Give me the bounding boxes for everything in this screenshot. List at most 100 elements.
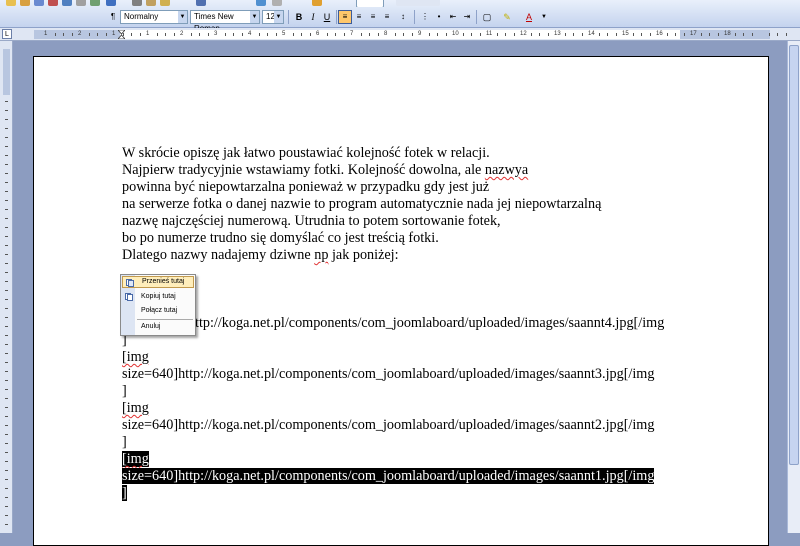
numbering-button[interactable]: ⋮ [418,10,432,24]
spelling-error[interactable]: nazwya [485,162,528,178]
ruler-tick [301,33,302,36]
line-spacing-button[interactable]: ↕ [396,10,410,24]
ruler-tick [411,33,413,36]
print-preview-icon[interactable] [90,0,100,6]
menu-item-copy-here[interactable]: Kopiuj tutaj [122,291,194,303]
undo-icon[interactable] [196,0,206,6]
ruler-tick [335,33,336,36]
ruler-scale[interactable]: 1 2 1 1 2 3 4 5 6 7 8 9 10 11 12 13 14 15 16 17 18 [34,30,787,39]
menu-item-move-here[interactable]: Przenieś tutaj [122,276,194,288]
selected-line[interactable]: [img [122,451,682,468]
save-icon[interactable] [34,0,44,6]
tab-selector[interactable]: L [2,29,12,39]
toolbar-options-icon[interactable]: ▼ [540,10,548,24]
align-center-button[interactable]: ≡ [352,10,366,24]
ruler-tick [479,33,481,36]
selected-text[interactable]: size=640]http://koga.net.pl/components/c… [122,468,655,484]
read-mode-button[interactable] [396,0,440,6]
align-left-button[interactable]: ≡ [338,10,352,24]
new-document-icon[interactable] [6,0,16,6]
borders-button[interactable]: ▢ [480,10,494,24]
print-icon[interactable] [76,0,86,6]
text-line: ] [122,332,127,348]
scrollbar-thumb[interactable] [789,45,799,465]
ruler-number: 3 [214,31,218,37]
ruler-tick [5,479,8,480]
ruler-number: 18 [724,31,731,37]
menu-item-cancel[interactable]: Anuluj [122,321,194,333]
selected-text[interactable]: ] [122,485,127,501]
menu-item-link-here[interactable]: Połącz tutaj [122,305,194,317]
chevron-down-icon[interactable]: ▼ [178,11,187,23]
chevron-down-icon[interactable]: ▼ [250,11,259,23]
underline-button[interactable]: U [320,10,334,24]
ruler-tick [190,33,192,36]
empty-line [122,264,682,281]
hyperlink-icon[interactable] [256,0,266,6]
horizontal-ruler: L 1 2 1 1 2 3 4 5 6 7 8 9 10 11 12 13 14 15 16 17 18 [0,28,800,41]
selected-line[interactable]: ] [122,485,682,502]
ruler-tick [5,344,8,345]
style-select[interactable]: Normalny ▼ [120,10,188,24]
ruler-tick [5,128,8,129]
copy-icon[interactable] [146,0,156,6]
font-select[interactable]: Times New Roman▼ [190,10,260,33]
ruler-tick [165,33,166,36]
ruler-tick [241,33,243,36]
ruler-tick [709,33,710,36]
ruler-tick [63,33,64,36]
ruler-tick [5,470,8,471]
justify-button[interactable]: ≡ [380,10,394,24]
ruler-tick [5,263,8,264]
first-line-indent-icon[interactable] [118,30,125,39]
tables-icon[interactable] [272,0,282,6]
formatting-row: ¶ Normalny ▼ Times New Roman▼ 12▼ B I U ≡… [0,7,800,33]
font-size-select[interactable]: 12 ▼ [262,10,284,24]
selected-line[interactable]: size=640]http://koga.net.pl/components/c… [122,468,682,485]
ruler-tick [5,254,8,255]
ruler-tick [632,33,634,36]
italic-button[interactable]: I [306,10,320,24]
standard-toolbar-strip [0,0,460,7]
cut-icon[interactable] [132,0,142,6]
highlight-icon[interactable]: ✎ [500,10,514,24]
spelling-icon[interactable] [106,0,116,6]
text-line: ] [122,383,127,399]
drawing-icon[interactable] [312,0,322,6]
vertical-ruler [0,41,13,533]
ruler-tick [5,308,8,309]
paste-icon[interactable] [160,0,170,6]
chevron-down-icon[interactable]: ▼ [274,11,283,23]
img-open-tag: [img [122,349,149,365]
ruler-tick [5,461,8,462]
vertical-scrollbar[interactable] [787,41,800,533]
font-color-button[interactable]: A [522,10,536,24]
ruler-number: 5 [282,31,286,37]
ruler-tick [768,33,770,36]
img-open-tag: [img [122,400,149,416]
zoom-select[interactable] [356,0,384,7]
bullets-button[interactable]: • [432,10,446,24]
selected-text[interactable]: [img [122,451,149,467]
open-icon[interactable] [20,0,30,6]
ruler-tick [5,389,8,390]
ruler-tick [5,119,8,120]
text-line: nazwę najczęściej numerową. Utrudnia to … [122,213,501,229]
ruler-number: 16 [656,31,663,37]
permission-icon[interactable] [48,0,58,6]
ruler-tick [607,33,608,36]
align-right-button[interactable]: ≡ [366,10,380,24]
ruler-tick [5,281,8,282]
ruler-tick [5,434,8,435]
bold-button[interactable]: B [292,10,306,24]
decrease-indent-button[interactable]: ⇤ [446,10,460,24]
toolbar-separator [476,10,477,24]
ruler-tick [649,33,651,36]
increase-indent-button[interactable]: ⇥ [460,10,474,24]
ruler-tick [462,33,464,36]
styles-pane-icon[interactable]: ¶ [108,10,118,24]
email-icon[interactable] [62,0,72,6]
spelling-error[interactable]: np [314,247,328,263]
ruler-number: 12 [520,31,527,37]
document-body[interactable]: W skrócie opiszę jak łatwo poustawiać ko… [122,145,682,502]
